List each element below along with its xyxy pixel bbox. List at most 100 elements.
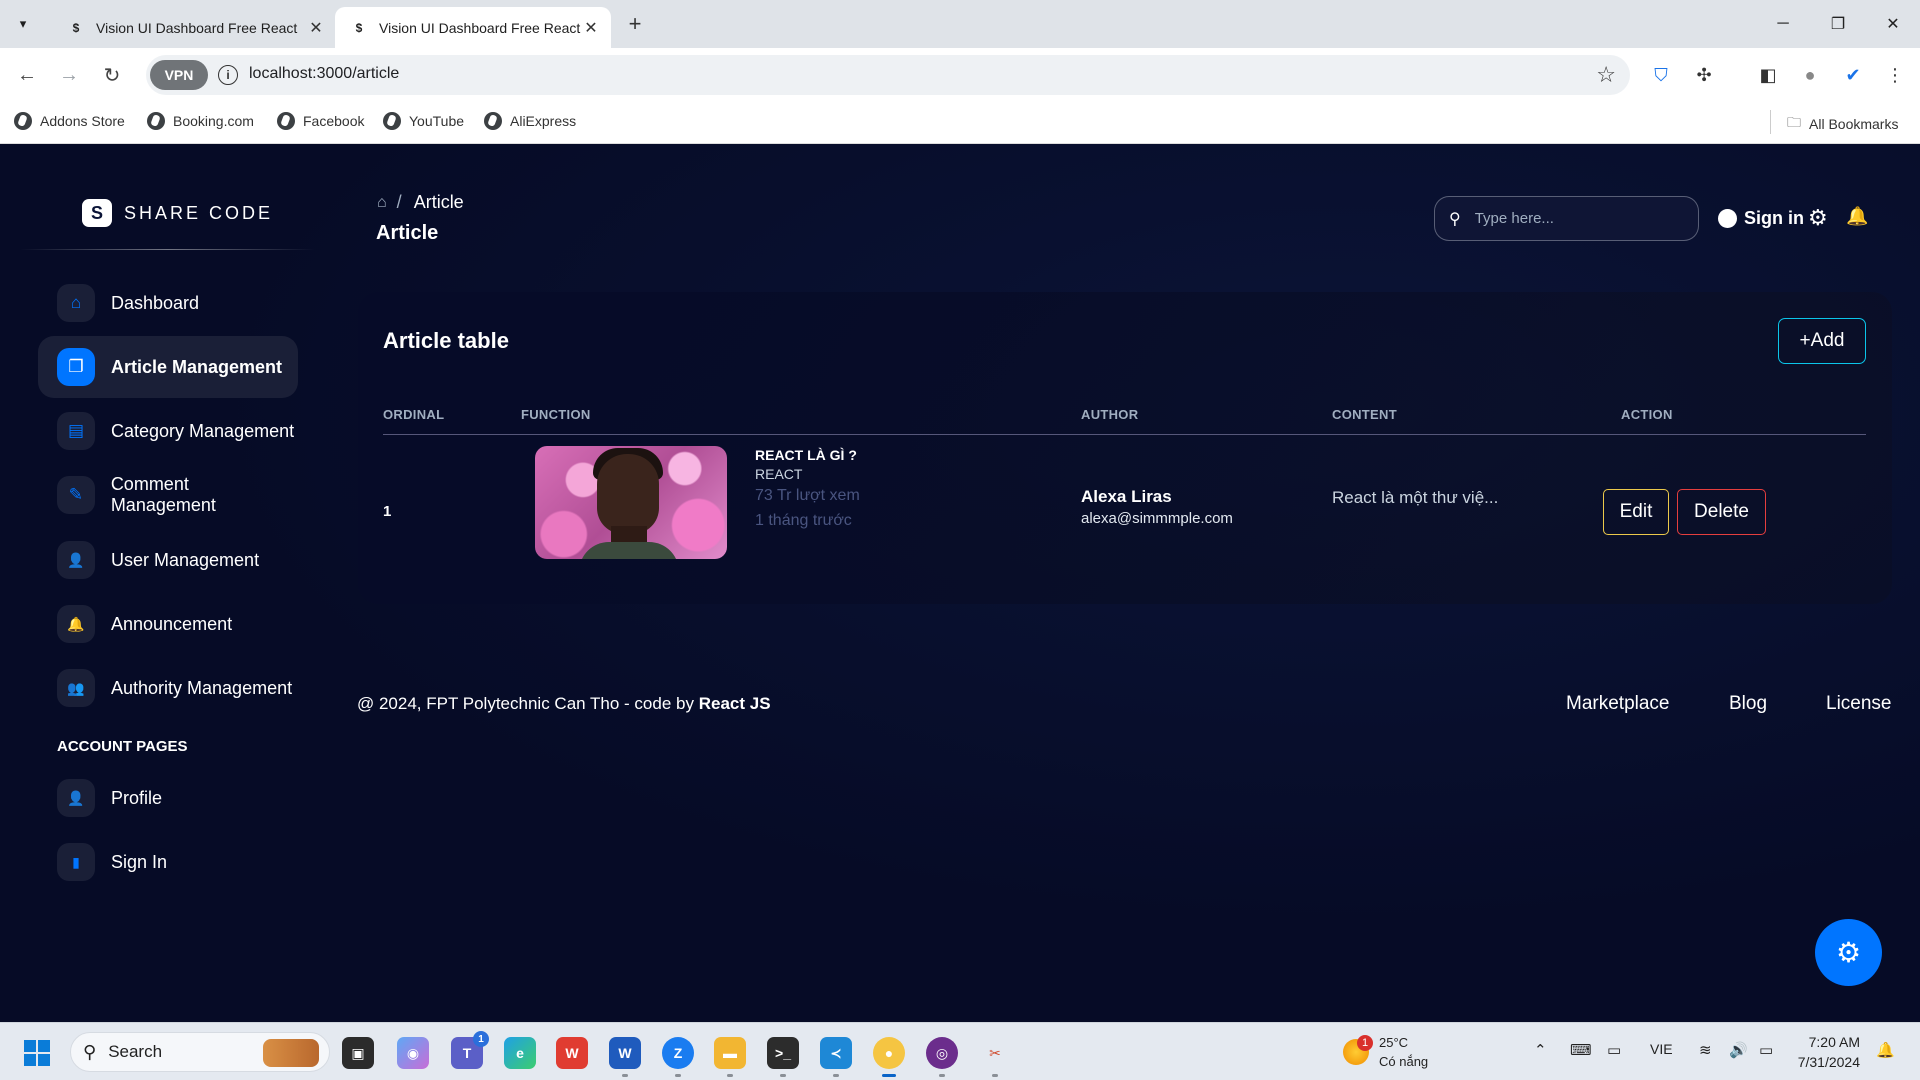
footer-copyright: @ 2024, FPT Polytechnic Can Tho - code b… [357, 694, 771, 714]
extensions-puzzle-icon[interactable]: ✣ [1689, 60, 1719, 90]
article-thumbnail[interactable] [535, 446, 727, 559]
snipping-tool-icon[interactable]: ✂ [979, 1037, 1011, 1077]
brand-name: SHARE CODE [124, 202, 274, 223]
site-favicon-icon: $ [355, 20, 363, 35]
zalo-icon[interactable]: Z [662, 1037, 694, 1077]
browser-tab-active[interactable]: $ Vision UI Dashboard Free React ✕ [335, 7, 611, 48]
site-info-icon[interactable]: i [218, 65, 238, 85]
taskbar-search[interactable]: ⚲ Search [70, 1032, 330, 1072]
delete-button[interactable]: Delete [1677, 489, 1766, 535]
browser-tab[interactable]: $ Vision UI Dashboard Free React ✕ [52, 7, 336, 48]
copyright-strong[interactable]: React JS [699, 694, 771, 713]
github-desktop-icon[interactable]: ◎ [926, 1037, 958, 1077]
folder-icon: 🗀 [1787, 114, 1801, 130]
article-category: REACT [755, 466, 803, 482]
restore-icon[interactable]: ❐ [1818, 6, 1858, 42]
system-clock[interactable]: 7:20 AM 7/31/2024 [1792, 1032, 1860, 1072]
footer-link-license[interactable]: License [1826, 693, 1892, 715]
bookmark-item[interactable]: YouTube [383, 112, 464, 130]
teams-badge: 1 [473, 1031, 489, 1047]
extension-shield-icon[interactable]: ⛉ [1646, 60, 1676, 90]
sidebar-item-sign-in[interactable]: ▮ Sign In [38, 831, 298, 893]
bookmark-item[interactable]: Facebook [277, 112, 364, 130]
sidebar-item-label: Article Management [111, 356, 283, 377]
sidebar-item-dashboard[interactable]: ⌂ Dashboard [38, 272, 298, 334]
edit-button[interactable]: Edit [1603, 489, 1669, 535]
search-box[interactable]: ⚲ [1434, 196, 1699, 241]
copyright-text: @ 2024, FPT Polytechnic Can Tho - code b… [357, 694, 694, 713]
document-icon: ▤ [57, 412, 95, 450]
notification-bell-icon[interactable]: 🔔 [1876, 1041, 1895, 1059]
tab-search-chevron-icon[interactable]: ▾ [10, 11, 36, 37]
footer-link-marketplace[interactable]: Marketplace [1566, 693, 1670, 715]
bell-icon: 🔔 [57, 605, 95, 643]
keyboard-icon[interactable]: ⌨ [1570, 1041, 1592, 1059]
copilot-icon[interactable]: ◉ [397, 1037, 429, 1069]
clock-date: 7/31/2024 [1797, 1054, 1860, 1070]
url-text[interactable]: localhost:3000/article [249, 65, 399, 83]
volume-icon[interactable]: 🔊 [1729, 1041, 1748, 1059]
sidebar-item-user-management[interactable]: 👤 User Management [38, 529, 298, 591]
new-tab-plus-icon[interactable]: + [622, 11, 648, 37]
sidebar-item-authority-management[interactable]: 👥 Authority Management [38, 657, 298, 719]
back-arrow-icon[interactable]: ← [12, 60, 42, 90]
vscode-icon[interactable]: ≺ [820, 1037, 852, 1077]
tray-chevron-up-icon[interactable]: ⌃ [1534, 1041, 1547, 1059]
task-view-icon[interactable]: ▣ [342, 1037, 374, 1069]
search-input[interactable] [1474, 210, 1675, 227]
sign-in-link[interactable]: Sign in [1718, 208, 1804, 229]
notification-bell-icon[interactable]: 🔔 [1846, 206, 1868, 227]
word-icon[interactable]: W [609, 1037, 641, 1077]
sidebar-item-article-management[interactable]: ❐ Article Management [38, 336, 298, 398]
file-explorer-icon[interactable]: ▬ [714, 1037, 746, 1077]
sidebar-item-category-management[interactable]: ▤ Category Management [38, 400, 298, 462]
article-title: REACT LÀ GÌ ? [755, 447, 857, 463]
sidebar-item-announcement[interactable]: 🔔 Announcement [38, 593, 298, 655]
language-indicator[interactable]: VIE [1650, 1041, 1673, 1057]
bookmark-item[interactable]: Addons Store [14, 112, 125, 130]
close-tab-icon[interactable]: ✕ [581, 18, 601, 38]
menu-kebab-icon[interactable]: ⋮ [1880, 60, 1910, 90]
bookmark-star-icon[interactable]: ☆ [1596, 62, 1616, 88]
home-icon[interactable]: ⌂ [377, 194, 387, 212]
app-root: S SHARE CODE ⌂ Dashboard ❐ Article Manag… [0, 144, 1920, 1022]
browser-tab-bar: ▾ $ Vision UI Dashboard Free React ✕ $ V… [0, 0, 1920, 48]
chrome-icon[interactable]: ● [873, 1037, 905, 1077]
close-tab-icon[interactable]: ✕ [306, 18, 326, 38]
display-icon[interactable]: ▭ [1607, 1041, 1621, 1059]
footer-link-blog[interactable]: Blog [1729, 693, 1767, 715]
weather-widget[interactable]: 1 25°C Có nắng [1343, 1033, 1428, 1071]
forward-arrow-icon[interactable]: → [54, 60, 84, 90]
page-title: Article [376, 222, 439, 244]
vpn-badge[interactable]: VPN [150, 60, 208, 90]
add-article-button[interactable]: +Add [1778, 318, 1866, 364]
card-title: Article table [383, 328, 509, 353]
sidebar-item-profile[interactable]: 👤 Profile [38, 767, 298, 829]
section-title-account-pages: ACCOUNT PAGES [57, 738, 188, 755]
terminal-icon[interactable]: >_ [767, 1037, 799, 1077]
side-panel-icon[interactable]: ◧ [1753, 60, 1783, 90]
globe-icon [277, 112, 295, 130]
brand-logo-icon: S [82, 199, 112, 227]
windows-start-icon[interactable] [24, 1040, 50, 1066]
teams-icon[interactable]: T1 [451, 1031, 489, 1069]
address-bar[interactable]: VPN i localhost:3000/article ☆ [146, 55, 1630, 95]
bookmark-item[interactable]: AliExpress [484, 112, 576, 130]
all-bookmarks-button[interactable]: 🗀 All Bookmarks [1787, 112, 1898, 136]
wifi-icon[interactable]: ≋ [1699, 1041, 1712, 1059]
brand[interactable]: S SHARE CODE [82, 199, 273, 227]
profile-avatar-icon[interactable]: ● [1795, 60, 1825, 90]
site-favicon-icon: $ [72, 20, 80, 35]
reload-icon[interactable]: ↻ [97, 60, 127, 90]
bookmark-item[interactable]: Booking.com [147, 112, 254, 130]
close-window-icon[interactable]: ✕ [1873, 6, 1913, 42]
wps-office-icon[interactable]: W [556, 1037, 588, 1069]
minimize-icon[interactable]: ─ [1763, 6, 1803, 42]
settings-gear-icon[interactable]: ⚙ [1808, 205, 1828, 231]
settings-fab-gear-icon[interactable]: ⚙ [1815, 919, 1882, 986]
breadcrumb-separator: / [396, 192, 402, 212]
edge-icon[interactable]: e [504, 1037, 536, 1069]
security-check-icon[interactable]: ✔ [1838, 60, 1868, 90]
battery-icon[interactable]: ▭ [1759, 1041, 1773, 1059]
sidebar-item-comment-management[interactable]: ✎ Comment Management [38, 464, 298, 526]
